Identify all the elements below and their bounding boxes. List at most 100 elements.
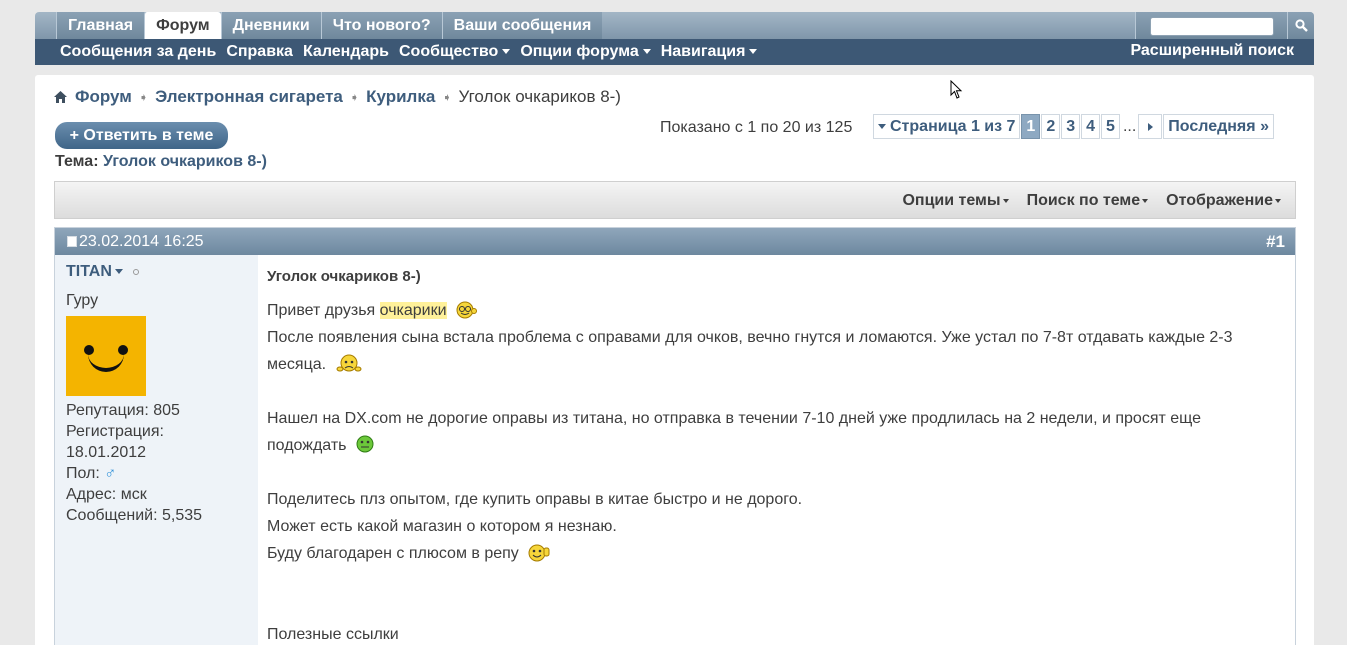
- smiley-glasses-icon: [456, 301, 477, 319]
- post-date: 23.02.2014 16:25: [67, 228, 204, 255]
- tab-diaries[interactable]: Дневники: [220, 12, 321, 39]
- male-icon: ♂: [104, 465, 117, 482]
- menu-community[interactable]: Сообщество: [399, 43, 511, 61]
- post-line: После появления сына встала проблема с о…: [267, 329, 1233, 346]
- page-ellipsis: ...: [1122, 117, 1137, 135]
- double-chevron-right-icon: »: [1260, 118, 1269, 135]
- post-date-text: 23.02.2014 16:25: [79, 233, 204, 250]
- breadcrumb-e-cig[interactable]: Электронная сигарета: [155, 87, 343, 107]
- post-body: Уголок очкариков 8-) Привет друзья очкар…: [267, 268, 1287, 645]
- chevron-down-icon: [114, 269, 123, 275]
- search-button[interactable]: [1287, 12, 1314, 39]
- breadcrumb-forum[interactable]: Форум: [75, 87, 132, 107]
- user-reg-label: Регистрация:: [66, 423, 164, 440]
- user-message-count: Сообщений: 5,535: [66, 507, 203, 524]
- next-page-button[interactable]: [1138, 114, 1163, 139]
- last-page-label: Последняя: [1168, 118, 1256, 135]
- user-gender: Пол: ♂: [66, 463, 202, 484]
- user-address: Адрес: мск: [66, 486, 147, 503]
- link-calendar[interactable]: Календарь: [303, 43, 389, 61]
- breadcrumb-smoking-room[interactable]: Курилка: [366, 87, 435, 107]
- chevron-down-icon: [1142, 198, 1149, 203]
- thread-options-menu[interactable]: Опции темы: [902, 192, 1009, 210]
- smiley-green-icon: [356, 435, 374, 453]
- nav-tabs-bar: Главная Форум Дневники Что нового? Ваши …: [35, 12, 1314, 39]
- post-line: Нашел на DX.com не дорогие оправы из тит…: [267, 410, 1202, 427]
- topic-title-link[interactable]: Уголок очкариков 8-): [103, 153, 267, 170]
- avatar[interactable]: [66, 316, 146, 396]
- tab-home[interactable]: Главная: [56, 12, 145, 39]
- search-thread-menu[interactable]: Поиск по теме: [1027, 192, 1149, 210]
- page-3[interactable]: 3: [1061, 114, 1081, 139]
- user-gender-label: Пол:: [66, 465, 100, 482]
- menu-navigation[interactable]: Навигация: [661, 43, 758, 61]
- post-title: Уголок очкариков 8-): [267, 268, 421, 285]
- page-1[interactable]: 1: [1021, 114, 1041, 139]
- page-4[interactable]: 4: [1081, 114, 1101, 139]
- breadcrumb-separator-icon: ➧: [442, 91, 452, 104]
- topic-line: Тема: Уголок очкариков 8-): [55, 153, 267, 171]
- search-icon: [1294, 19, 1308, 32]
- tab-your-messages[interactable]: Ваши сообщения: [441, 12, 603, 39]
- username-menu[interactable]: TITAN: [66, 263, 139, 281]
- link-today-posts[interactable]: Сообщения за день: [60, 43, 216, 61]
- post-line: Привет друзья очкарики: [267, 297, 1287, 324]
- topic-label: Тема:: [55, 153, 99, 170]
- post-number-link[interactable]: #1: [1266, 228, 1285, 255]
- link-help[interactable]: Справка: [226, 43, 293, 61]
- user-reg-date: 18.01.2012: [66, 444, 147, 461]
- avatar-mouth: [88, 354, 124, 372]
- tab-whats-new[interactable]: Что нового?: [320, 12, 442, 39]
- chevron-down-icon: [642, 49, 651, 55]
- results-count: Показано с 1 по 20 из 125: [660, 119, 853, 136]
- nav-sub-bar: Сообщения за день Справка Календарь Сооб…: [35, 39, 1314, 65]
- menu-forum-options-label: Опции форума: [520, 43, 639, 60]
- search-thread-label: Поиск по теме: [1026, 192, 1141, 209]
- chevron-down-icon: [878, 124, 886, 130]
- last-page-button[interactable]: Последняя »: [1163, 114, 1274, 139]
- username: TITAN: [66, 263, 112, 280]
- offline-status-icon: [132, 268, 139, 275]
- navbar: Главная Форум Дневники Что нового? Ваши …: [35, 12, 1314, 65]
- advanced-search-link[interactable]: Расширенный поиск: [1130, 39, 1294, 65]
- display-mode-menu[interactable]: Отображение: [1166, 192, 1281, 210]
- post-text-span: подождать: [267, 437, 347, 454]
- tab-forum[interactable]: Форум: [144, 12, 221, 39]
- document-icon: [67, 236, 77, 247]
- display-mode-label: Отображение: [1166, 192, 1273, 209]
- chevron-right-icon: [1147, 122, 1153, 131]
- user-stats: Репутация: 805 Регистрация: 18.01.2012 П…: [66, 400, 202, 526]
- post: 23.02.2014 16:25 #1 TITAN Гуру Репутация…: [54, 227, 1296, 645]
- user-info-panel: TITAN Гуру Репутация: 805 Регистрация: 1…: [55, 255, 258, 645]
- post-text-span: Буду благодарен с плюсом в репу: [267, 545, 519, 562]
- breadcrumb-separator-icon: ➧: [349, 91, 360, 104]
- post-line: Полезные ссылки: [267, 626, 399, 643]
- page-jump-dropdown[interactable]: Страница 1 из 7: [873, 114, 1021, 139]
- chevron-down-icon: [749, 49, 758, 55]
- reply-button[interactable]: + Ответить в теме: [55, 122, 228, 149]
- search-input[interactable]: [1150, 17, 1274, 36]
- page-of-label: Страница 1 из 7: [890, 118, 1016, 135]
- menu-forum-options[interactable]: Опции форума: [520, 43, 651, 61]
- post-header: 23.02.2014 16:25 #1: [55, 228, 1295, 255]
- chevron-down-icon: [1002, 198, 1009, 203]
- post-text: Привет друзья очкарики После появления с…: [267, 297, 1287, 645]
- post-line: месяца.: [267, 351, 1287, 378]
- home-icon[interactable]: [54, 91, 67, 103]
- page-2[interactable]: 2: [1041, 114, 1061, 139]
- mouse-cursor-icon: [950, 80, 963, 99]
- chevron-down-icon: [502, 49, 511, 55]
- smiley-thumbs-up-icon: [528, 544, 550, 562]
- post-line: Может есть какой магазин о котором я нез…: [267, 518, 617, 535]
- post-text-span: Привет друзья: [267, 302, 380, 319]
- menu-navigation-label: Навигация: [660, 43, 746, 60]
- chevron-down-icon: [1275, 198, 1281, 203]
- page-5[interactable]: 5: [1101, 114, 1120, 139]
- main-content: Форум ➧ Электронная сигарета ➧ Курилка ➧…: [35, 75, 1314, 645]
- breadcrumb: Форум ➧ Электронная сигарета ➧ Курилка ➧…: [54, 87, 621, 107]
- breadcrumb-current: Уголок очкариков 8-): [458, 87, 621, 106]
